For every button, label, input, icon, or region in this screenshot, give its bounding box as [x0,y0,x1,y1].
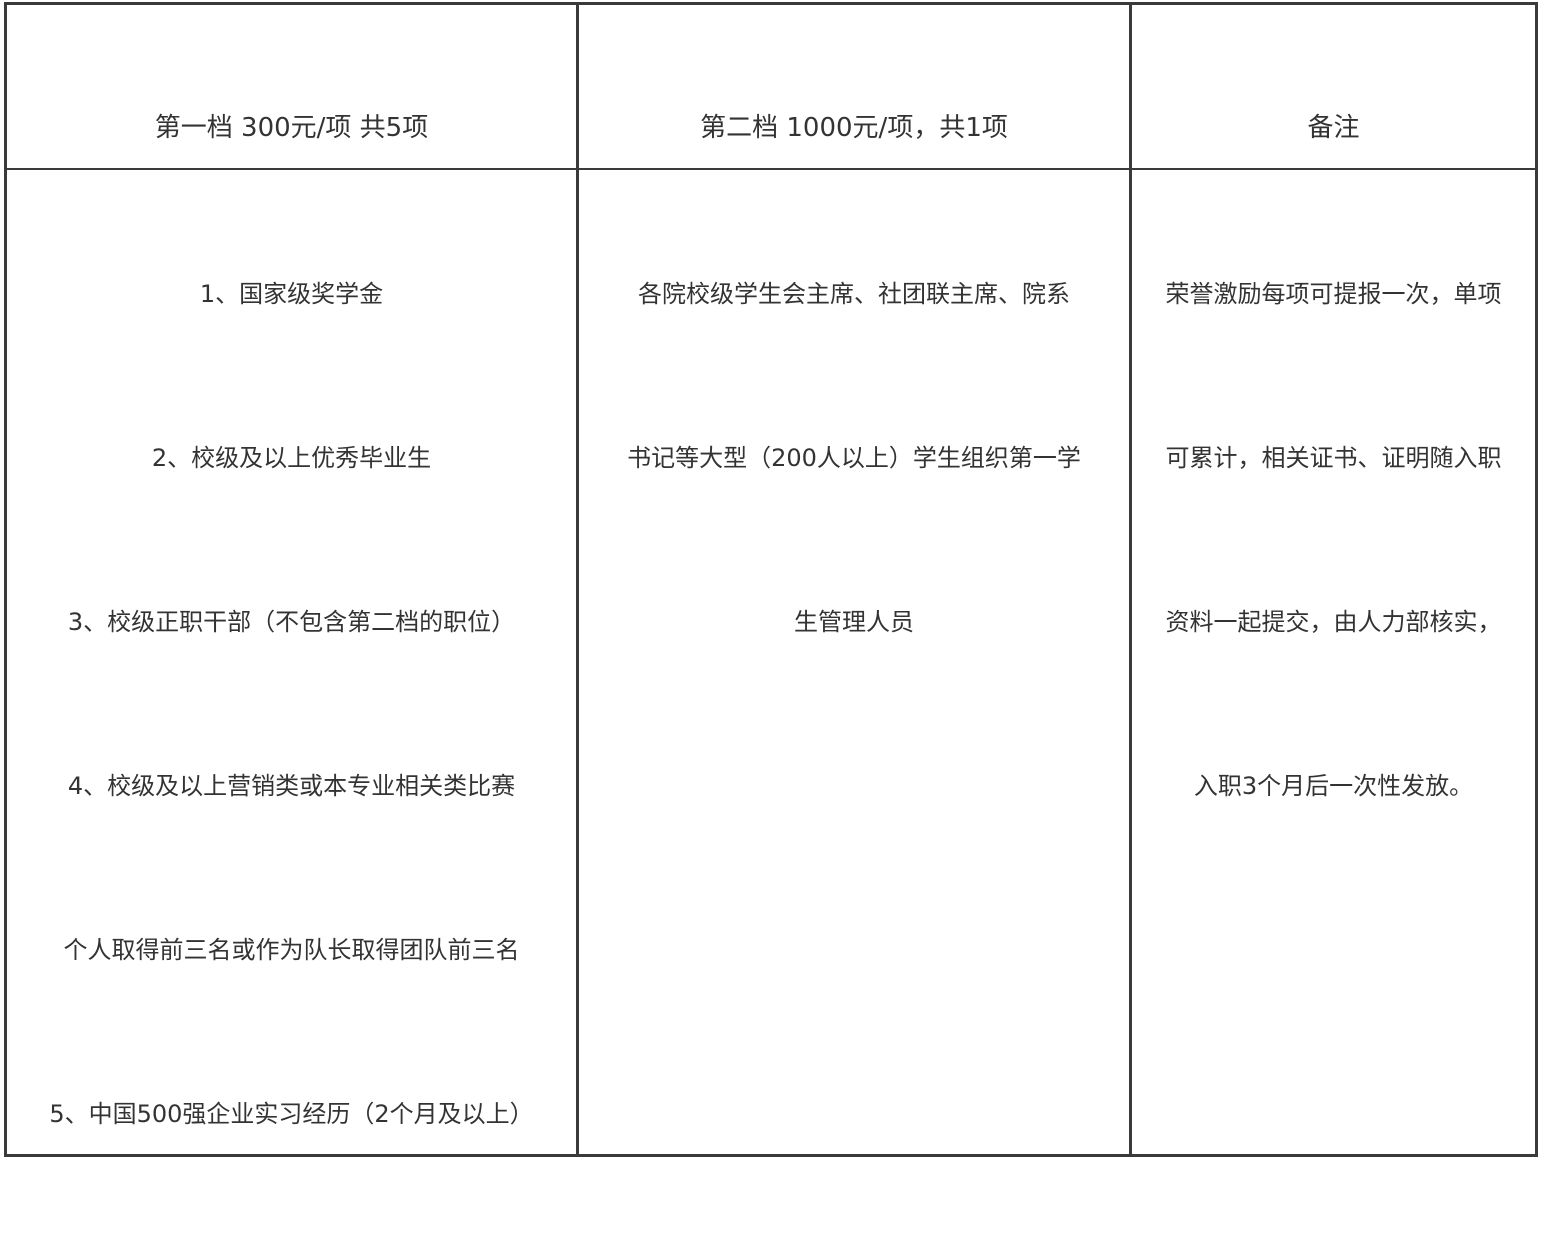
body-cell-tier2: 各院校级学生会主席、社团联主席、院系 书记等大型（200人以上）学生组织第一学 … [579,170,1132,1154]
body-cell-remarks: 荣誉激励每项可提报一次，单项 可累计，相关证书、证明随入职 资料一起提交，由人力… [1132,170,1535,1154]
tier2-line: 书记等大型（200人以上）学生组织第一学 [627,444,1081,472]
tier2-line: 各院校级学生会主席、社团联主席、院系 [638,280,1070,308]
tier2-list: 各院校级学生会主席、社团联主席、院系 书记等大型（200人以上）学生组织第一学 … [579,274,1129,766]
tier1-line: 5、中国500强企业实习经历（2个月及以上） [49,1100,534,1128]
tier1-list: 1、国家级奖学金 2、校级及以上优秀毕业生 3、校级正职干部（不包含第二档的职位… [7,274,576,1258]
tier2-line: 生管理人员 [794,608,914,636]
header-tier1: 第一档 300元/项 共5项 [154,113,429,143]
header-cell-tier1: 第一档 300元/项 共5项 [7,5,579,170]
tier1-line: 1、国家级奖学金 [199,280,384,308]
body-cell-tier1: 1、国家级奖学金 2、校级及以上优秀毕业生 3、校级正职干部（不包含第二档的职位… [7,170,579,1154]
tier1-line: 4、校级及以上营销类或本专业相关类比赛 [67,772,516,800]
remarks-line: 荣誉激励每项可提报一次，单项 [1165,280,1502,308]
header-cell-remarks: 备注 [1132,5,1535,170]
tier1-line: 个人取得前三名或作为队长取得团队前三名 [63,936,520,964]
header-remarks: 备注 [1307,113,1360,143]
remarks-line: 入职3个月后一次性发放。 [1193,772,1474,800]
remarks-list: 荣誉激励每项可提报一次，单项 可累计，相关证书、证明随入职 资料一起提交，由人力… [1132,274,1535,930]
remarks-line: 可累计，相关证书、证明随入职 [1165,444,1502,472]
tier1-line: 2、校级及以上优秀毕业生 [151,444,432,472]
header-tier2: 第二档 1000元/项，共1项 [700,113,1008,143]
header-cell-tier2: 第二档 1000元/项，共1项 [579,5,1132,170]
reward-table: 第一档 300元/项 共5项 第二档 1000元/项，共1项 备注 1、国家级奖… [4,2,1538,1157]
tier1-line: 3、校级正职干部（不包含第二档的职位） [67,608,516,636]
remarks-line: 资料一起提交，由人力部核实， [1165,608,1502,636]
